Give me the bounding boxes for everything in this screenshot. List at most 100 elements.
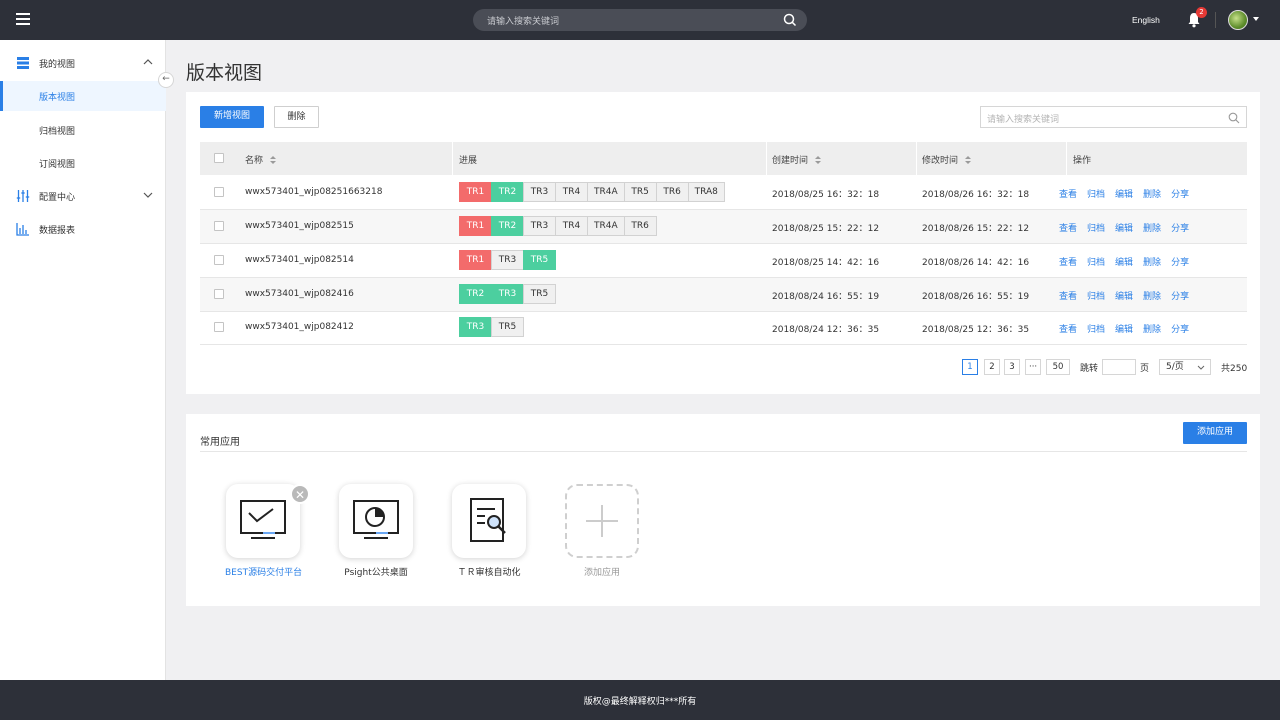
archive-link[interactable]: 归档 [1087,289,1105,302]
table-search-input[interactable]: 请输入搜索关键词 [980,106,1247,128]
delete-link[interactable]: 删除 [1143,289,1161,302]
row-checkbox[interactable] [214,289,224,299]
top-bar: 请输入搜索关键词 English 2 [0,0,1280,40]
column-header-modified[interactable]: 修改时间 [922,153,972,166]
progress-tag[interactable]: TR5 [491,317,524,337]
progress-tag[interactable]: TR1 [459,250,492,270]
sidebar-item-my-views[interactable]: 我的视图 [0,48,166,78]
sidebar-item-data-report[interactable]: 数据报表 [0,214,166,244]
share-link[interactable]: 分享 [1171,289,1189,302]
row-created-time: 2018/08/24 16：55：19 [772,292,880,302]
progress-tag[interactable]: TR4A [587,216,625,236]
page-ellipsis[interactable]: ··· [1025,359,1042,375]
caret-down-icon[interactable] [1253,17,1259,21]
view-link[interactable]: 查看 [1059,187,1077,200]
search-icon[interactable] [1228,112,1240,124]
chevron-up-icon[interactable] [143,58,153,66]
progress-tag[interactable]: TR1 [459,216,492,236]
delete-link[interactable]: 删除 [1143,255,1161,268]
progress-tag[interactable]: TR5 [523,284,556,304]
page-button-3[interactable]: 3 [1004,359,1020,375]
row-actions: 查看 归档 编辑 删除 分享 [1059,187,1199,200]
progress-tag[interactable]: TR2 [459,284,492,304]
sort-icon[interactable] [815,156,822,165]
progress-tag[interactable]: TR3 [491,284,524,304]
app-tr-review-automation[interactable]: ＴＲ审核自动化 [451,484,527,578]
row-checkbox[interactable] [214,322,224,332]
app-label: Psight公共桌面 [344,568,408,578]
share-link[interactable]: 分享 [1171,187,1189,200]
footer: 版权@最终解释权归***所有 [0,680,1280,720]
avatar[interactable] [1228,10,1248,30]
remove-app-button[interactable]: ✕ [290,484,310,504]
share-link[interactable]: 分享 [1171,255,1189,268]
progress-tag[interactable]: TRA8 [687,182,725,202]
column-header-name[interactable]: 名称 [245,153,277,166]
edit-link[interactable]: 编辑 [1115,187,1133,200]
archive-link[interactable]: 归档 [1087,187,1105,200]
progress-tag[interactable]: TR3 [491,250,524,270]
collapse-sidebar-button[interactable]: ← [158,72,174,88]
app-add-placeholder[interactable]: 添加应用 [564,484,640,578]
sort-icon[interactable] [965,156,972,165]
jump-page-input[interactable] [1102,359,1136,375]
view-link[interactable]: 查看 [1059,221,1077,234]
archive-link[interactable]: 归档 [1087,322,1105,335]
page-button-1[interactable]: 1 [962,359,978,375]
progress-tag[interactable]: TR4 [555,182,588,202]
row-checkbox[interactable] [214,255,224,265]
archive-link[interactable]: 归档 [1087,221,1105,234]
delete-link[interactable]: 删除 [1143,221,1161,234]
table-row: wwx573401_wjp082514 TR1 TR3 TR5 2018/08/25 1… [200,244,1247,278]
view-link[interactable]: 查看 [1059,289,1077,302]
add-view-button[interactable]: 新增视图 [200,106,264,128]
row-created-time: 2018/08/25 15：22：12 [772,224,880,234]
app-best-source-delivery[interactable]: BEST源码交付平台 [225,484,302,578]
progress-tag[interactable]: TR5 [623,182,657,202]
page-button-2[interactable]: 2 [984,359,1000,375]
select-all-checkbox[interactable] [214,153,224,163]
column-header-created[interactable]: 创建时间 [772,153,822,166]
divider [200,451,1247,452]
progress-tag[interactable]: TR3 [523,216,556,236]
progress-tag[interactable]: TR4A [587,182,625,202]
search-icon[interactable] [783,13,797,27]
page-size-select[interactable]: 5/页 [1159,359,1211,375]
page-button-50[interactable]: 50 [1046,359,1070,375]
progress-tag[interactable]: TR2 [491,216,524,236]
edit-link[interactable]: 编辑 [1115,289,1133,302]
chevron-down-icon[interactable] [143,191,153,199]
sidebar-item-version-view[interactable]: 版本视图 [0,81,166,111]
edit-link[interactable]: 编辑 [1115,221,1133,234]
add-app-button[interactable]: 添加应用 [1183,422,1247,444]
edit-link[interactable]: 编辑 [1115,322,1133,335]
progress-tag[interactable]: TR3 [459,317,492,337]
view-link[interactable]: 查看 [1059,255,1077,268]
progress-tag[interactable]: TR5 [523,250,556,270]
progress-tag[interactable]: TR6 [655,182,689,202]
sort-icon[interactable] [270,156,277,165]
share-link[interactable]: 分享 [1171,322,1189,335]
language-switch[interactable]: English [1132,15,1160,25]
delete-button[interactable]: 删除 [274,106,319,128]
row-checkbox[interactable] [214,187,224,197]
delete-link[interactable]: 删除 [1143,322,1161,335]
progress-tag[interactable]: TR2 [491,182,524,202]
progress-tag[interactable]: TR4 [555,216,588,236]
archive-link[interactable]: 归档 [1087,255,1105,268]
progress-tag[interactable]: TR6 [623,216,657,236]
global-search-input[interactable]: 请输入搜索关键词 [473,9,807,31]
share-link[interactable]: 分享 [1171,221,1189,234]
progress-tags: TR2 TR3 TR5 [459,284,556,304]
view-link[interactable]: 查看 [1059,322,1077,335]
progress-tag[interactable]: TR3 [523,182,556,202]
app-psight-desktop[interactable]: Psight公共桌面 [338,484,414,578]
delete-link[interactable]: 删除 [1143,187,1161,200]
progress-tag[interactable]: TR1 [459,182,492,202]
hamburger-menu-icon[interactable] [16,13,30,25]
sidebar-item-archive-view[interactable]: 归档视图 [0,115,166,145]
row-checkbox[interactable] [214,221,224,231]
edit-link[interactable]: 编辑 [1115,255,1133,268]
sidebar-item-config-center[interactable]: 配置中心 [0,181,166,211]
sidebar-item-subscribe-view[interactable]: 订阅视图 [0,148,166,178]
